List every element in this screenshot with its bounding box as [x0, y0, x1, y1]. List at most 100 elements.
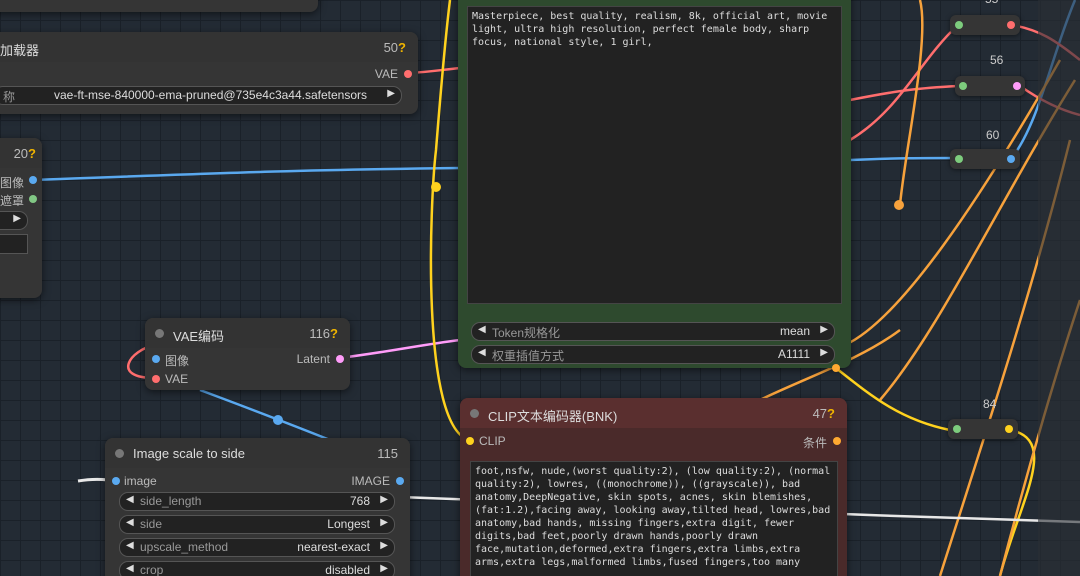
output-slot[interactable] [1007, 21, 1015, 29]
input-slot-image[interactable] [112, 477, 120, 485]
side-length-widget[interactable]: ◀ side_length 768 ▶ [119, 492, 395, 511]
output-slot[interactable] [1013, 82, 1021, 90]
arrow-left-icon[interactable]: ◀ [478, 324, 486, 335]
node-id: 20? [14, 146, 36, 161]
input-slot-image[interactable] [152, 355, 160, 363]
arrow-left-icon[interactable]: ◀ [126, 517, 134, 528]
badge-icon: ? [398, 40, 406, 55]
prompt-textarea[interactable]: foot,nsfw, nude,(worst quality:2), (low … [470, 461, 838, 576]
wire-model-1 [844, 59, 1062, 347]
vae-loader-node[interactable]: 加载器 50? VAE 称 vae-ft-mse-840000-ema-prun… [0, 32, 418, 114]
reroute-node-56[interactable] [955, 76, 1025, 96]
arrow-right-icon[interactable]: ▶ [820, 324, 828, 335]
reroute-dot-model[interactable] [894, 200, 904, 210]
collapse-dot[interactable] [115, 449, 124, 458]
input-slot[interactable] [959, 82, 967, 90]
input-slot[interactable] [953, 425, 961, 433]
widget-label: 权重插值方式 [492, 349, 565, 363]
input-slot[interactable] [955, 21, 963, 29]
arrow-right-icon[interactable]: ▶ [13, 213, 21, 224]
reroute-id: 60 [986, 128, 1000, 142]
input-label-clip: CLIP [479, 434, 506, 448]
arrow-right-icon[interactable]: ▶ [820, 347, 828, 358]
output-slot-latent[interactable] [336, 355, 344, 363]
arrow-left-icon[interactable]: ◀ [126, 540, 134, 551]
collapse-dot[interactable] [470, 409, 479, 418]
node-title: CLIP文本编码器(BNK) [488, 409, 618, 424]
output-slot[interactable] [1005, 425, 1013, 433]
node-id-value: 47 [812, 406, 828, 421]
widget-label: side_length [140, 494, 202, 508]
image-scale-node[interactable]: Image scale to side 115 image IMAGE ◀ si… [105, 438, 410, 576]
output-slot-image[interactable] [396, 477, 404, 485]
reroute-dot-image[interactable] [273, 415, 283, 425]
wire-image-in-115 [77, 477, 109, 483]
wire-cond-out-84 [998, 428, 1036, 576]
arrow-right-icon[interactable]: ▶ [380, 517, 388, 528]
node-title-bar[interactable]: Image scale to side 115 [105, 438, 410, 468]
output-label-image: IMAGE [351, 474, 390, 488]
collapse-dot[interactable] [155, 329, 164, 338]
widget-value: disabled [325, 563, 370, 576]
crop-widget[interactable]: ◀ crop disabled ▶ [119, 561, 395, 576]
weight-interpretation-widget[interactable]: ◀ 权重插值方式 A1111 ▶ [471, 345, 835, 364]
arrow-right-icon[interactable]: ▶ [380, 494, 388, 505]
widget-value: A1111 [777, 347, 810, 361]
arrow-right-icon[interactable]: ▶ [380, 540, 388, 551]
output-slot-mask[interactable] [29, 195, 37, 203]
wire-vae-to-reroute-56 [849, 84, 959, 102]
input-label-image: 图像 [165, 354, 190, 368]
arrow-left-icon[interactable]: ◀ [478, 347, 486, 358]
output-slot-conditioning[interactable] [832, 364, 840, 372]
wire-vae-to-reroute-55 [849, 24, 959, 142]
reroute-node-84[interactable] [948, 419, 1018, 439]
node-title-bar[interactable]: VAE编码 116? [145, 318, 350, 348]
node-id: 116? [309, 326, 338, 341]
output-slot[interactable] [1007, 155, 1015, 163]
widget-label: upscale_method [140, 540, 229, 554]
reroute-id: 55 [985, 0, 998, 6]
node-id-value: 50 [383, 40, 399, 55]
output-slot-vae[interactable] [404, 70, 412, 78]
prompt-textarea[interactable]: Masterpiece, best quality, realism, 8k, … [467, 6, 842, 304]
node-title: 加载器 [0, 43, 40, 58]
partial-node-top[interactable] [0, 0, 318, 12]
input-slot-clip[interactable] [466, 437, 474, 445]
widget-label: 称 [3, 90, 16, 104]
input-slot[interactable] [955, 155, 963, 163]
wire-image-to-reroute-60 [849, 156, 959, 162]
node-id: 50? [384, 40, 406, 55]
node-title: VAE编码 [173, 329, 225, 344]
reroute-node-60[interactable] [950, 149, 1020, 169]
arrow-right-icon[interactable]: ▶ [380, 563, 388, 574]
input-slot-vae[interactable] [152, 375, 160, 383]
upload-widget[interactable]: ▶ [0, 211, 28, 230]
widget-value: mean [779, 324, 810, 338]
vae-encode-node[interactable]: VAE编码 116? 图像 VAE Latent [145, 318, 350, 390]
node-title-bar[interactable]: CLIP文本编码器(BNK) 47? [460, 398, 847, 428]
clip-positive-node[interactable]: Masterpiece, best quality, realism, 8k, … [458, 0, 851, 372]
output-slot-image[interactable] [29, 176, 37, 184]
reroute-dot-clip[interactable] [431, 182, 441, 192]
upscale-method-widget[interactable]: ◀ upscale_method nearest-exact ▶ [119, 538, 395, 557]
reroute-node-55[interactable] [950, 15, 1020, 35]
node-graph-canvas[interactable]: { "vae_loader": { "title": "加载器", "id": … [0, 0, 1080, 576]
arrow-left-icon[interactable]: ◀ [126, 563, 134, 574]
node-id-value: 20 [13, 146, 29, 161]
node-title-bar[interactable]: 20? [0, 138, 42, 168]
badge-icon: ? [827, 406, 835, 421]
wire-image-to-positive [32, 166, 461, 182]
load-image-node[interactable]: 20? 图像 遮罩 ▶ [0, 138, 42, 298]
name-widget[interactable]: 称 vae-ft-mse-840000-ema-pruned@735e4c3a4… [0, 86, 402, 105]
side-widget[interactable]: ◀ side Longest ▶ [119, 515, 395, 534]
image-preview-box [0, 234, 28, 254]
input-label-image: image [124, 474, 157, 488]
input-label-vae: VAE [165, 372, 189, 386]
clip-negative-node[interactable]: CLIP文本编码器(BNK) 47? CLIP 条件 foot,nsfw, nu… [460, 398, 847, 576]
token-normalization-widget[interactable]: ◀ Token规格化 mean ▶ [471, 322, 835, 341]
node-title-bar[interactable]: 加载器 50? [0, 32, 418, 62]
arrow-right-icon[interactable]: ▶ [387, 88, 395, 99]
output-slot-conditioning[interactable] [833, 437, 841, 445]
arrow-left-icon[interactable]: ◀ [126, 494, 134, 505]
badge-icon: ? [330, 326, 338, 341]
